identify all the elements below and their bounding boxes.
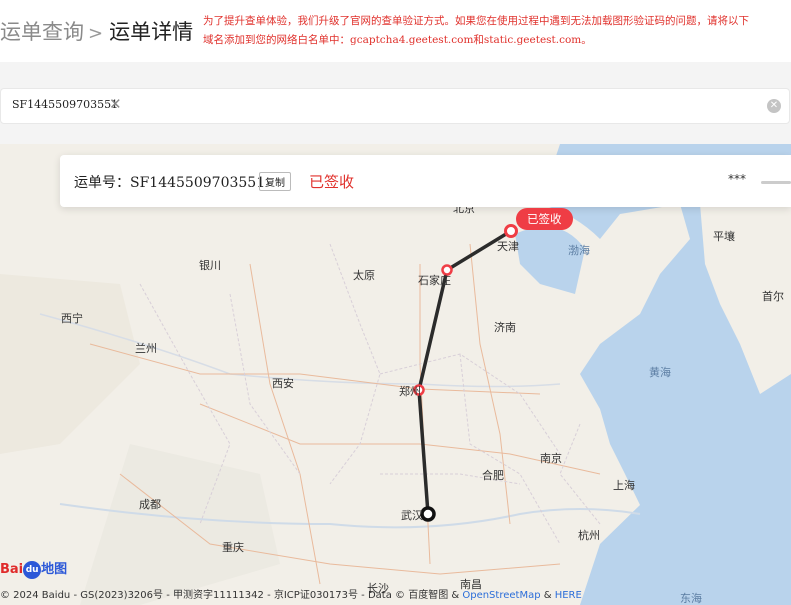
waybill-search-input[interactable]: SF1445509703551 ✕ ✕: [0, 88, 790, 124]
status-badge: 已签收: [309, 173, 355, 191]
masked-info[interactable]: ***: [728, 172, 746, 186]
city-label: 兰州: [135, 342, 157, 355]
route-start-wuhan: [420, 506, 436, 522]
city-label: 武汉: [401, 509, 423, 522]
delivered-map-pin: 已签收: [516, 208, 573, 230]
clear-icon[interactable]: ✕: [767, 99, 781, 113]
page-title: 运单详情: [109, 20, 194, 44]
sea-label: 东海: [680, 592, 702, 605]
route-end-tianjin: [504, 224, 518, 238]
city-label: 石家庄: [418, 274, 451, 287]
city-label: 西宁: [61, 312, 83, 325]
city-label: 首尔: [762, 290, 784, 303]
baidu-logo: Bai du 地图: [0, 558, 67, 579]
scroll-indicator: [761, 181, 791, 184]
city-label: 重庆: [222, 541, 244, 554]
city-label: 郑州: [399, 385, 421, 398]
city-label: 天津: [497, 240, 519, 253]
notice-line-1: 为了提升查单体验，我们升级了官网的查单验证方式。如果您在使用过程中遇到无法加载图…: [203, 15, 749, 27]
map-copyright: © 2024 Baidu - GS(2023)3206号 - 甲测资字11111…: [0, 586, 582, 601]
waybill-card: 运单号：SF1445509703551 复制 已签收 ***: [60, 155, 791, 207]
route-map[interactable]: 北京 天津 石家庄 太原 银川 西宁 兰州 西安 郑州 济南 合肥 南京 上海 …: [0, 144, 791, 605]
captcha-notice: 为了提升查单体验，我们升级了官网的查单验证方式。如果您在使用过程中遇到无法加载图…: [203, 12, 791, 50]
city-label: 西安: [272, 377, 294, 390]
city-label: 合肥: [482, 469, 504, 482]
sea-label: 渤海: [568, 244, 590, 257]
waybill-number: 运单号：SF1445509703551: [74, 172, 265, 192]
sea-label: 黄海: [649, 366, 671, 379]
search-tag: SF1445509703551: [12, 98, 119, 111]
page-header: 运单查询 > 运单详情 为了提升查单体验，我们升级了官网的查单验证方式。如果您在使用…: [0, 0, 791, 62]
city-label: 成都: [139, 498, 161, 511]
copyright-amp: &: [540, 590, 555, 601]
city-label: 银川: [199, 259, 221, 272]
waybill-label: 运单号：: [74, 175, 130, 191]
breadcrumb: 运单查询 > 运单详情: [0, 16, 193, 46]
chevron-right-icon: >: [88, 23, 104, 44]
city-label: 太原: [353, 269, 375, 282]
copy-button[interactable]: 复制: [259, 172, 291, 191]
logo-map: 地图: [41, 562, 68, 577]
city-label: 济南: [494, 321, 516, 334]
here-link[interactable]: HERE: [555, 590, 582, 601]
logo-bai: Bai: [0, 562, 24, 577]
map-background: [0, 144, 791, 605]
notice-line-2: 域名添加到您的网络白名单中：gcaptcha4.geetest.com和stat…: [203, 34, 592, 46]
waybill-number-value: SF1445509703551: [130, 175, 266, 191]
city-label: 上海: [613, 479, 635, 492]
tag-close-icon[interactable]: ✕: [109, 95, 122, 113]
paw-icon: du: [23, 560, 42, 579]
copyright-text: © 2024 Baidu - GS(2023)3206号 - 甲测资字11111…: [0, 590, 463, 601]
osm-link[interactable]: OpenStreetMap: [462, 590, 540, 601]
city-label: 平壤: [713, 230, 735, 243]
city-label: 南京: [540, 452, 562, 465]
breadcrumb-waybill-query[interactable]: 运单查询: [0, 20, 84, 44]
city-label: 杭州: [578, 529, 600, 542]
